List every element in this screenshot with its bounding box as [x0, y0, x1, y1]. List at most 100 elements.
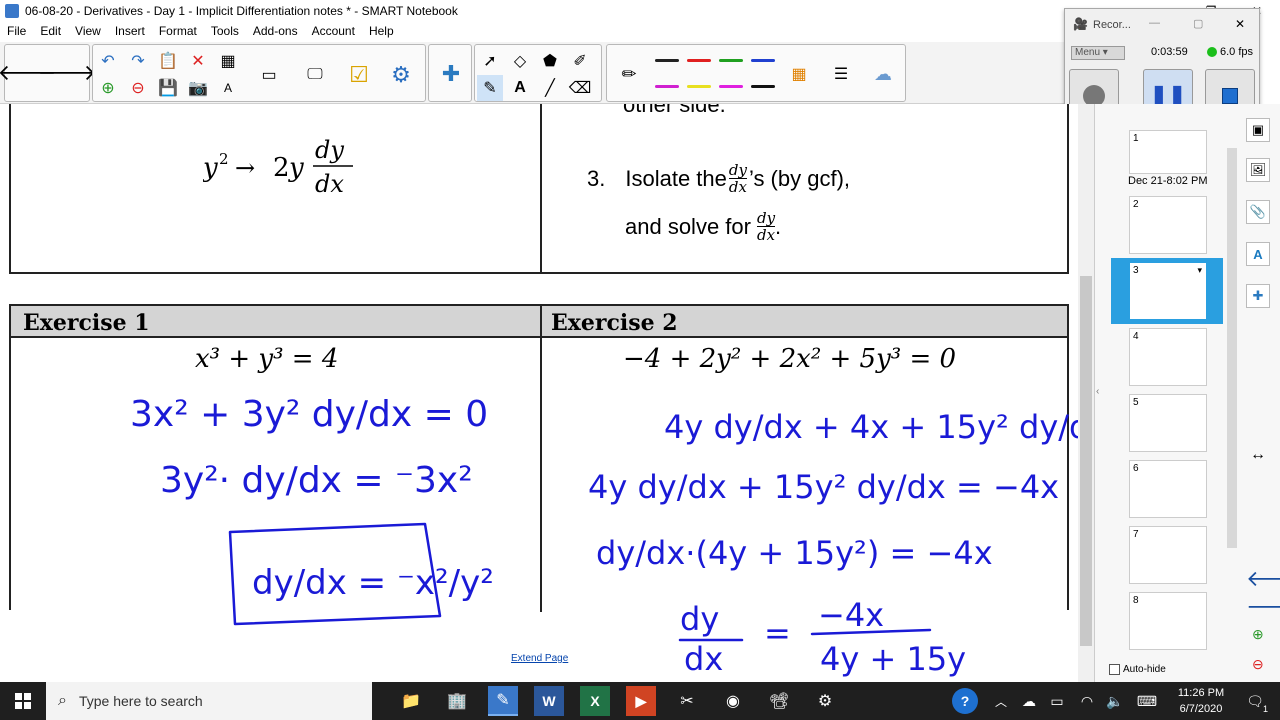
clock-time: 11:26 PM	[1177, 687, 1225, 699]
show-hidden-icons[interactable]: ︿	[986, 686, 1016, 716]
side-previous-page-icon[interactable]: 🡐	[1246, 566, 1280, 592]
color-palette-icon[interactable]: ▦	[781, 56, 817, 92]
page-thumbnail-1[interactable]: 1	[1129, 130, 1207, 174]
page-thumbnail-5[interactable]: 5	[1129, 394, 1207, 452]
search-placeholder: Type here to search	[78, 693, 203, 709]
collapse-panel-icon[interactable]: ‹	[1096, 386, 1099, 397]
eraser-icon[interactable]: ⌫	[567, 75, 593, 101]
powerpoint-icon[interactable]: ▶	[626, 686, 656, 716]
next-page-icon[interactable]: 🡒	[38, 55, 97, 91]
extend-page-link[interactable]: Extend Page	[511, 653, 568, 664]
menu-account[interactable]: Account	[305, 24, 362, 38]
scrollbar-thumb[interactable]	[1080, 276, 1092, 646]
autohide-checkbox[interactable]	[1109, 664, 1120, 675]
delete-page-icon[interactable]: ⊖	[125, 75, 151, 101]
pen-green[interactable]	[719, 59, 743, 62]
page-sorter-tab-icon[interactable]: ▣	[1246, 118, 1270, 142]
settings-icon[interactable]: ⚙	[810, 686, 840, 716]
recorder-maximize-icon[interactable]: ▢	[1193, 17, 1203, 30]
pen-yellow[interactable]	[687, 85, 711, 88]
notification-center-icon[interactable]: 🗨 1	[1240, 686, 1270, 716]
ink-step-1: 3x² + 3y² dy/dx = 0	[130, 394, 488, 435]
fill-icon[interactable]: ⬟	[537, 48, 563, 74]
text-icon[interactable]: A	[507, 75, 533, 101]
fill-effects-icon[interactable]: ☁	[865, 56, 901, 92]
start-button[interactable]	[0, 682, 46, 720]
add-page-icon[interactable]: ⊕	[95, 75, 121, 101]
help-icon[interactable]: ?	[952, 688, 978, 714]
menu-help[interactable]: Help	[362, 24, 401, 38]
magic-pen-icon[interactable]: ✐	[567, 48, 593, 74]
shapes-icon[interactable]: ◇	[507, 48, 533, 74]
menu-format[interactable]: Format	[152, 24, 204, 38]
sorter-scrollbar[interactable]	[1227, 148, 1237, 548]
pen-black-dashed[interactable]	[751, 85, 775, 88]
projector-app-icon[interactable]: 📽	[764, 686, 794, 716]
resize-arrow-icon[interactable]: ↔	[1250, 446, 1266, 464]
puzzle-icon[interactable]: ✚	[433, 56, 469, 92]
page-thumbnail-4[interactable]: 4	[1129, 328, 1207, 386]
battery-icon[interactable]: ▭	[1042, 686, 1072, 716]
activity-builder-icon[interactable]: ⚙	[383, 57, 419, 93]
response-icon[interactable]: ☑	[341, 57, 377, 93]
menu-addons[interactable]: Add-ons	[246, 24, 305, 38]
notebook-page[interactable]: y 2 → 2 y dy dx other side. 3. Isolate t…	[0, 104, 1078, 682]
onedrive-icon[interactable]: ☁	[1014, 686, 1044, 716]
redo-icon[interactable]: ↷	[125, 48, 151, 74]
paste-icon[interactable]: 📋	[155, 48, 181, 74]
page-scrollbar[interactable]	[1078, 104, 1094, 682]
pen-blue[interactable]	[751, 59, 775, 62]
pens-icon[interactable]: ✎	[477, 75, 503, 101]
pen-pink-dashed[interactable]	[719, 85, 743, 88]
line-style-icon[interactable]: ☰	[823, 56, 859, 92]
page-thumbnail-8[interactable]: 8	[1129, 592, 1207, 650]
menu-view[interactable]: View	[68, 24, 108, 38]
page-thumbnail-7[interactable]: 7	[1129, 526, 1207, 584]
delete-icon[interactable]: ✕	[185, 48, 211, 74]
recorder-menu-button[interactable]: Menu ▾	[1071, 46, 1125, 60]
recorder-close-icon[interactable]: ✕	[1235, 17, 1245, 31]
select-icon[interactable]: ➚	[477, 48, 503, 74]
taskbar-clock[interactable]: 11:26 PM 6/7/2020	[1170, 685, 1232, 717]
spell-check-icon[interactable]: A	[215, 75, 241, 101]
thumbnail-menu-icon[interactable]: ▾	[1197, 265, 1202, 276]
menu-edit[interactable]: Edit	[33, 24, 68, 38]
wifi-icon[interactable]: ◠	[1072, 686, 1102, 716]
file-explorer-icon[interactable]: 📁	[396, 686, 426, 716]
excel-icon[interactable]: X	[580, 686, 610, 716]
screen-shade-icon[interactable]: ▭	[251, 57, 287, 93]
addons-tab-icon[interactable]: ✚	[1246, 284, 1270, 308]
properties-tab-icon[interactable]: A	[1246, 242, 1270, 266]
smart-notebook-taskbar-icon[interactable]: ✎	[488, 686, 518, 716]
page-thumbnail-3[interactable]: 3 ▾	[1129, 262, 1207, 320]
table-icon[interactable]: ▦	[215, 48, 241, 74]
pen-magenta[interactable]	[655, 85, 679, 88]
page-thumbnail-2[interactable]: 2	[1129, 196, 1207, 254]
menu-file[interactable]: File	[0, 24, 33, 38]
volume-icon[interactable]: 🔈	[1100, 686, 1130, 716]
document-camera-icon[interactable]: 🖵	[297, 57, 333, 93]
line-icon[interactable]: ╱	[537, 75, 563, 101]
side-next-page-icon[interactable]: 🡒	[1246, 594, 1280, 620]
side-delete-page-icon[interactable]: ⊖	[1252, 656, 1264, 673]
pen-type-icon[interactable]: ✏	[611, 56, 647, 92]
menu-tools[interactable]: Tools	[204, 24, 246, 38]
office-building-icon[interactable]: 🏢	[442, 686, 472, 716]
attachments-tab-icon[interactable]: 📎	[1246, 200, 1270, 224]
menu-insert[interactable]: Insert	[108, 24, 152, 38]
taskbar-search[interactable]: ⌕ Type here to search	[46, 682, 372, 720]
page-thumbnail-6[interactable]: 6	[1129, 460, 1207, 518]
recorder-app-icon[interactable]: ◉	[718, 686, 748, 716]
autohide-label: Auto-hide	[1123, 664, 1166, 675]
recorder-minimize-icon[interactable]: —	[1149, 17, 1160, 29]
undo-icon[interactable]: ↶	[95, 48, 121, 74]
screen-capture-icon[interactable]: 📷	[185, 75, 211, 101]
gallery-tab-icon[interactable]: 🖼	[1246, 158, 1270, 182]
word-icon[interactable]: W	[534, 686, 564, 716]
side-add-page-icon[interactable]: ⊕	[1252, 626, 1264, 643]
keyboard-icon[interactable]: ⌨	[1132, 686, 1162, 716]
snipping-tool-icon[interactable]: ✂	[672, 686, 702, 716]
pen-red[interactable]	[687, 59, 711, 62]
pen-black[interactable]	[655, 59, 679, 62]
save-icon[interactable]: 💾	[155, 75, 181, 101]
